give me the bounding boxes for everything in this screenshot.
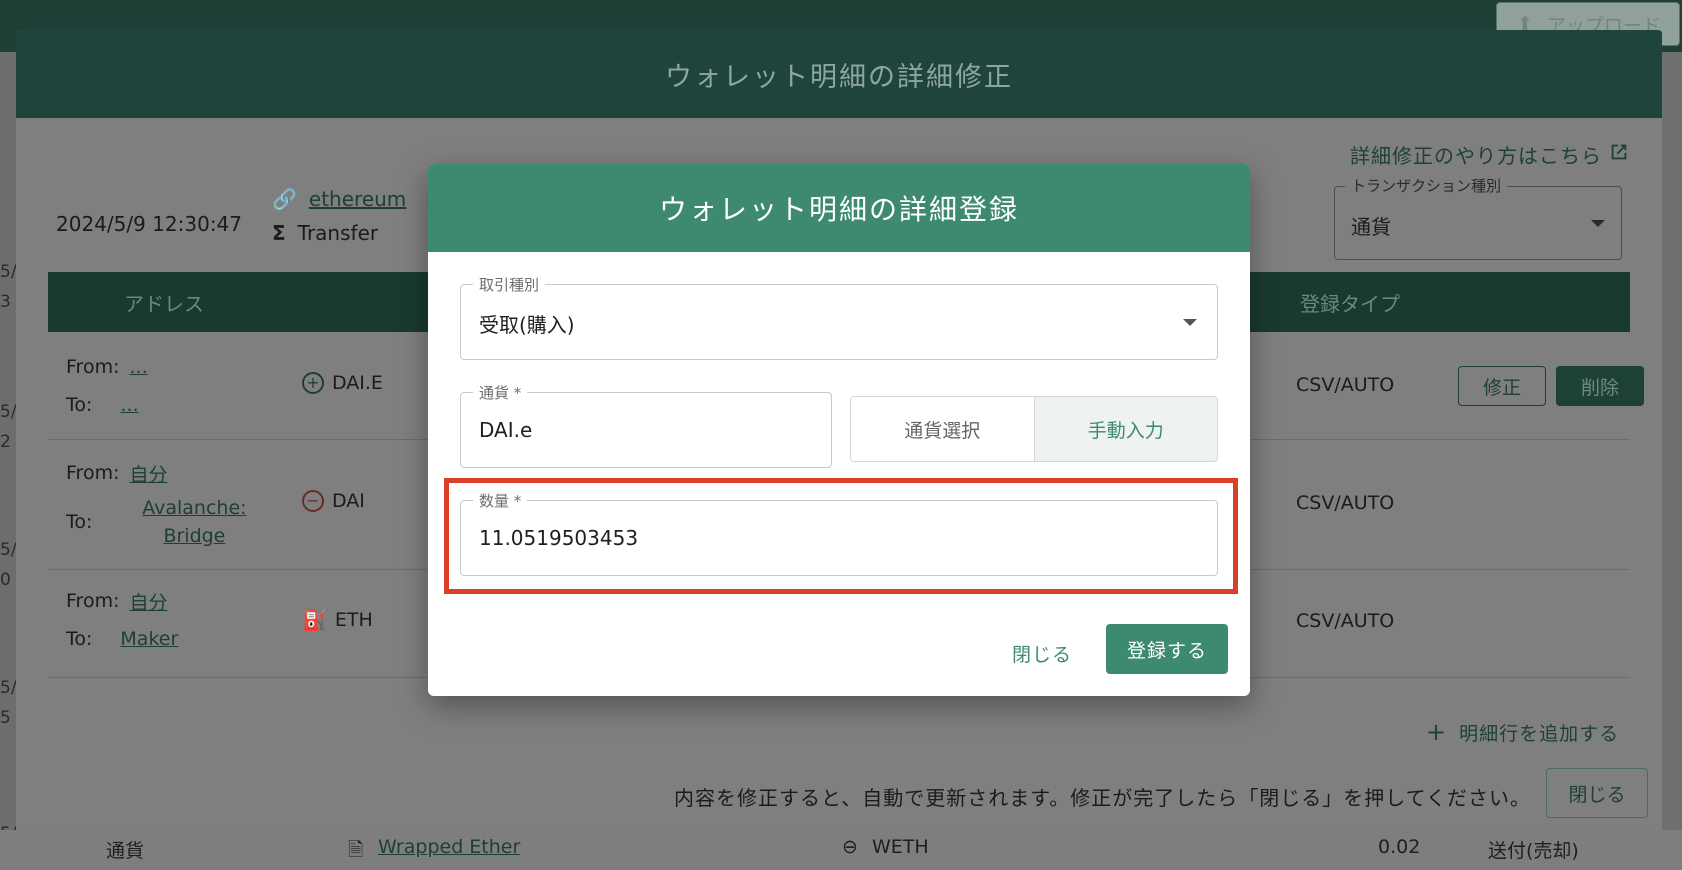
page-right-edge <box>1662 52 1682 870</box>
from-address-link[interactable]: 自分 <box>129 460 167 487</box>
to-label: To: <box>66 511 93 533</box>
quantity-label: 数量 * <box>473 490 528 511</box>
currency-select-option[interactable]: 通貨選択 <box>851 397 1035 461</box>
detail-edit-modal-title: ウォレット明細の詳細修正 <box>16 30 1662 118</box>
quantity-input[interactable]: 数量 * 11.0519503453 <box>460 490 1218 576</box>
transaction-meta: 🔗 ethereum Σ Transfer <box>272 187 406 245</box>
trade-type-label: 取引種別 <box>473 274 546 295</box>
from-address-link[interactable]: ... <box>129 356 147 378</box>
register-type: CSV/AUTO <box>1296 610 1395 632</box>
detail-register-modal-title: ウォレット明細の詳細登録 <box>428 164 1250 252</box>
sigma-icon: Σ <box>272 221 286 245</box>
currency-symbol: DAI <box>332 490 365 512</box>
link-icon: 🔗 <box>272 187 297 211</box>
chain-link[interactable]: ethereum <box>309 187 406 211</box>
background-table-row: 通貨 🗎 Wrapped Ether ⊖ WETH 0.02 送付(売却) <box>0 830 1682 870</box>
bg-row-amount: 0.02 <box>1378 836 1421 858</box>
caret-down-icon <box>1591 220 1605 227</box>
delete-button[interactable]: 削除 <box>1556 366 1644 406</box>
currency-mode-toggle: 通貨選択 手動入力 <box>850 396 1218 462</box>
footer-message: 内容を修正すると、自動で更新されます。修正が完了したら「閉じる」を押してください… <box>674 786 1531 810</box>
bg-fragment: 0 <box>0 570 11 590</box>
bg-fragment: 5/ <box>0 678 16 698</box>
register-button[interactable]: 登録する <box>1106 624 1228 674</box>
register-type: CSV/AUTO <box>1296 374 1395 396</box>
add-row-label: 明細行を追加する <box>1459 722 1620 745</box>
detail-register-modal: ウォレット明細の詳細登録 取引種別 受取(購入) 通貨 * DAI.e 通貨選択… <box>428 164 1250 696</box>
external-link-icon <box>1608 141 1630 168</box>
to-label: To: <box>66 628 93 650</box>
header-address: アドレス <box>124 292 204 316</box>
minus-circle-icon: ⊖ <box>842 836 858 858</box>
method-label: Transfer <box>297 221 379 245</box>
add-row-button[interactable]: + 明細行を追加する <box>1426 718 1619 746</box>
transaction-type-select[interactable]: トランザクション種別 通貨 <box>1334 175 1622 260</box>
bg-fragment: 5/ <box>0 540 16 560</box>
help-link-label: 詳細修正のやり方はこちら <box>1350 144 1602 168</box>
transaction-type-value: 通貨 <box>1351 215 1391 239</box>
gas-icon: ⛽ <box>302 608 327 632</box>
currency-input[interactable]: 通貨 * DAI.e <box>460 382 832 468</box>
currency-label: 通貨 * <box>473 382 528 403</box>
bg-row-kind: 送付(売却) <box>1488 840 1579 862</box>
bg-fragment: 5/ <box>0 262 16 282</box>
outer-close-button[interactable]: 閉じる <box>1546 768 1648 818</box>
edit-button[interactable]: 修正 <box>1458 366 1546 406</box>
from-address-link[interactable]: 自分 <box>129 588 167 615</box>
bg-row-token-link[interactable]: Wrapped Ether <box>378 836 520 858</box>
currency-symbol: DAI.E <box>332 372 383 394</box>
detail-edit-modal-footer: 内容を修正すると、自動で更新されます。修正が完了したら「閉じる」を押してください… <box>16 750 1662 830</box>
to-address-link[interactable]: Avalanche: Bridge <box>124 494 264 550</box>
to-address-link[interactable]: ... <box>120 394 138 416</box>
quantity-value: 11.0519503453 <box>479 526 639 550</box>
trade-type-value: 受取(購入) <box>479 313 575 337</box>
page-left-edge <box>0 52 16 870</box>
bg-fragment: 5/ <box>0 402 16 422</box>
bg-row-category: 通貨 <box>106 840 145 862</box>
caret-down-icon <box>1183 319 1197 326</box>
manual-input-option[interactable]: 手動入力 <box>1034 397 1217 461</box>
bg-fragment: 5 <box>0 708 11 728</box>
transaction-type-label: トランザクション種別 <box>1345 175 1508 196</box>
help-link[interactable]: 詳細修正のやり方はこちら <box>1350 140 1630 169</box>
from-label: From: <box>66 462 120 484</box>
document-icon: 🗎 <box>348 839 364 861</box>
bg-row-symbol: WETH <box>872 836 929 858</box>
to-address-link[interactable]: Maker <box>120 628 178 650</box>
inner-close-button[interactable]: 閉じる <box>1012 640 1072 667</box>
currency-symbol: ETH <box>334 609 373 631</box>
transaction-date: 2024/5/9 12:30:47 <box>56 212 243 236</box>
plus-circle-icon: + <box>302 372 324 394</box>
bg-fragment: 2 <box>0 432 11 452</box>
minus-circle-icon: − <box>302 490 324 512</box>
plus-icon: + <box>1426 718 1448 746</box>
register-type: CSV/AUTO <box>1296 492 1395 514</box>
bg-fragment: 3 <box>0 292 11 312</box>
trade-type-select[interactable]: 取引種別 受取(購入) <box>460 274 1218 360</box>
currency-value: DAI.e <box>479 418 533 442</box>
from-label: From: <box>66 356 120 378</box>
header-register-type: 登録タイプ <box>1300 292 1400 316</box>
from-label: From: <box>66 590 120 612</box>
to-label: To: <box>66 394 93 416</box>
